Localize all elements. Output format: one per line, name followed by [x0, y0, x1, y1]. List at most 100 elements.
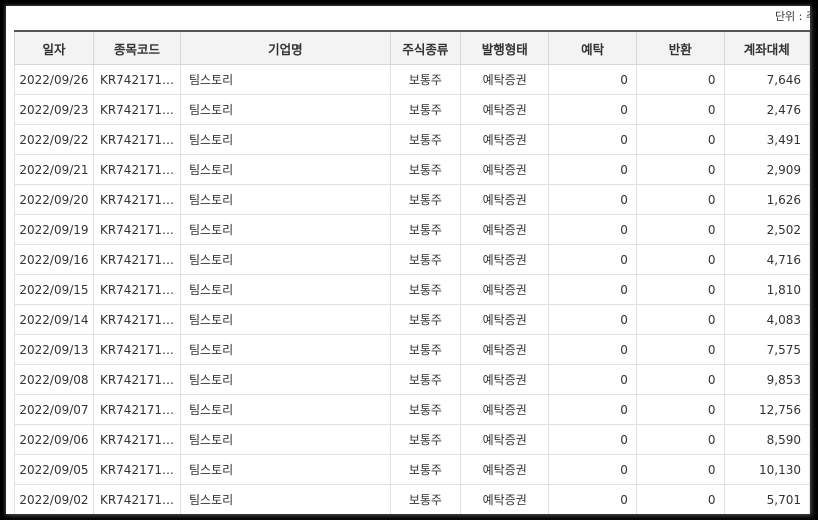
row-issue-form: 예탁증권 [460, 214, 550, 245]
row-deposit: 0 [548, 334, 637, 365]
header-company-name[interactable]: 기업명 [179, 30, 391, 65]
row-deposit: 0 [548, 424, 637, 455]
row-return: 0 [635, 244, 725, 275]
row-issue-form: 예탁증권 [460, 154, 550, 185]
header-stock-code[interactable]: 종목코드 [92, 30, 181, 65]
header-return[interactable]: 반환 [635, 30, 725, 65]
row-date: 2022/09/02 [14, 484, 94, 514]
row-stock-code: KR742171… [92, 394, 181, 425]
row-company-name: 팀스토리 [179, 364, 391, 395]
row-company-name: 팀스토리 [179, 484, 391, 514]
header-deposit[interactable]: 예탁 [548, 30, 637, 65]
row-issue-form: 예탁증권 [460, 334, 550, 365]
row-stock-code: KR742171… [92, 334, 181, 365]
header-stock-type[interactable]: 주식종류 [389, 30, 462, 65]
row-account-transfer: 12,756 [723, 394, 810, 425]
row-return: 0 [635, 304, 725, 335]
row-account-transfer: 2,476 [723, 94, 810, 125]
row-date: 2022/09/05 [14, 454, 94, 485]
row-stock-type: 보통주 [389, 454, 462, 485]
table-row[interactable]: 2022/09/13 KR742171… 팀스토리 보통주 예탁증권 0 0 7,575 [14, 334, 810, 365]
table-row[interactable]: 2022/09/16 KR742171… 팀스토리 보통주 예탁증권 0 0 4,716 [14, 244, 810, 275]
row-date: 2022/09/19 [14, 214, 94, 245]
row-deposit: 0 [548, 454, 637, 485]
row-return: 0 [635, 364, 725, 395]
row-stock-code: KR742171… [92, 184, 181, 215]
row-stock-type: 보통주 [389, 394, 462, 425]
row-issue-form: 예탁증권 [460, 124, 550, 155]
row-return: 0 [635, 64, 725, 95]
row-company-name: 팀스토리 [179, 334, 391, 365]
table-row[interactable]: 2022/09/26 KR742171… 팀스토리 보통주 예탁증권 0 0 7,646 [14, 64, 810, 95]
table-row[interactable]: 2022/09/14 KR742171… 팀스토리 보통주 예탁증권 0 0 4,083 [14, 304, 810, 335]
row-stock-type: 보통주 [389, 424, 462, 455]
row-stock-type: 보통주 [389, 334, 462, 365]
row-account-transfer: 7,646 [723, 64, 810, 95]
row-issue-form: 예탁증권 [460, 484, 550, 514]
row-date: 2022/09/16 [14, 244, 94, 275]
table-row[interactable]: 2022/09/19 KR742171… 팀스토리 보통주 예탁증권 0 0 2,502 [14, 214, 810, 245]
table-row[interactable]: 2022/09/22 KR742171… 팀스토리 보통주 예탁증권 0 0 3,491 [14, 124, 810, 155]
header-issue-form[interactable]: 발행형태 [460, 30, 550, 65]
table-row[interactable]: 2022/09/21 KR742171… 팀스토리 보통주 예탁증권 0 0 2,909 [14, 154, 810, 185]
row-date: 2022/09/13 [14, 334, 94, 365]
header-account-transfer[interactable]: 계좌대체 [723, 30, 810, 65]
row-return: 0 [635, 484, 725, 514]
row-account-transfer: 4,716 [723, 244, 810, 275]
table-row[interactable]: 2022/09/23 KR742171… 팀스토리 보통주 예탁증권 0 0 2,476 [14, 94, 810, 125]
row-issue-form: 예탁증권 [460, 274, 550, 305]
row-date: 2022/09/06 [14, 424, 94, 455]
row-stock-type: 보통주 [389, 304, 462, 335]
row-date: 2022/09/22 [14, 124, 94, 155]
row-company-name: 팀스토리 [179, 124, 391, 155]
table-row[interactable]: 2022/09/20 KR742171… 팀스토리 보통주 예탁증권 0 0 1,626 [14, 184, 810, 215]
row-issue-form: 예탁증권 [460, 304, 550, 335]
row-date: 2022/09/20 [14, 184, 94, 215]
row-date: 2022/09/08 [14, 364, 94, 395]
row-account-transfer: 2,909 [723, 154, 810, 185]
row-stock-code: KR742171… [92, 424, 181, 455]
row-return: 0 [635, 394, 725, 425]
row-company-name: 팀스토리 [179, 304, 391, 335]
row-company-name: 팀스토리 [179, 394, 391, 425]
table-header-row: 일자 종목코드 기업명 주식종류 발행형태 예탁 반환 계좌대체 [14, 30, 810, 65]
row-stock-code: KR742171… [92, 364, 181, 395]
row-account-transfer: 7,575 [723, 334, 810, 365]
row-date: 2022/09/21 [14, 154, 94, 185]
row-stock-type: 보통주 [389, 214, 462, 245]
table-row[interactable]: 2022/09/05 KR742171… 팀스토리 보통주 예탁증권 0 0 10,130 [14, 454, 810, 485]
row-account-transfer: 5,701 [723, 484, 810, 514]
table-row[interactable]: 2022/09/15 KR742171… 팀스토리 보통주 예탁증권 0 0 1,810 [14, 274, 810, 305]
row-company-name: 팀스토리 [179, 64, 391, 95]
row-issue-form: 예탁증권 [460, 94, 550, 125]
row-issue-form: 예탁증권 [460, 424, 550, 455]
row-stock-type: 보통주 [389, 244, 462, 275]
row-stock-type: 보통주 [389, 274, 462, 305]
row-company-name: 팀스토리 [179, 184, 391, 215]
row-deposit: 0 [548, 64, 637, 95]
deposit-table: 일자 종목코드 기업명 주식종류 발행형태 예탁 반환 계좌대체 2022/09… [14, 30, 810, 514]
table-row[interactable]: 2022/09/07 KR742171… 팀스토리 보통주 예탁증권 0 0 12,756 [14, 394, 810, 425]
row-stock-code: KR742171… [92, 124, 181, 155]
row-return: 0 [635, 454, 725, 485]
row-account-transfer: 4,083 [723, 304, 810, 335]
row-deposit: 0 [548, 364, 637, 395]
row-deposit: 0 [548, 484, 637, 514]
row-issue-form: 예탁증권 [460, 244, 550, 275]
row-stock-code: KR742171… [92, 244, 181, 275]
row-issue-form: 예탁증권 [460, 454, 550, 485]
row-stock-code: KR742171… [92, 154, 181, 185]
header-date[interactable]: 일자 [14, 30, 94, 65]
row-date: 2022/09/14 [14, 304, 94, 335]
row-deposit: 0 [548, 244, 637, 275]
row-issue-form: 예탁증권 [460, 64, 550, 95]
table-row[interactable]: 2022/09/06 KR742171… 팀스토리 보통주 예탁증권 0 0 8,590 [14, 424, 810, 455]
row-account-transfer: 2,502 [723, 214, 810, 245]
table-row[interactable]: 2022/09/02 KR742171… 팀스토리 보통주 예탁증권 0 0 5,701 [14, 484, 810, 514]
row-stock-type: 보통주 [389, 184, 462, 215]
table-row[interactable]: 2022/09/08 KR742171… 팀스토리 보통주 예탁증권 0 0 9,853 [14, 364, 810, 395]
row-stock-type: 보통주 [389, 94, 462, 125]
report-panel: 단위 : 주 일자 종목코드 기업명 주식종류 발행형태 예탁 반환 계좌대체 … [6, 6, 810, 514]
row-issue-form: 예탁증권 [460, 394, 550, 425]
row-return: 0 [635, 184, 725, 215]
